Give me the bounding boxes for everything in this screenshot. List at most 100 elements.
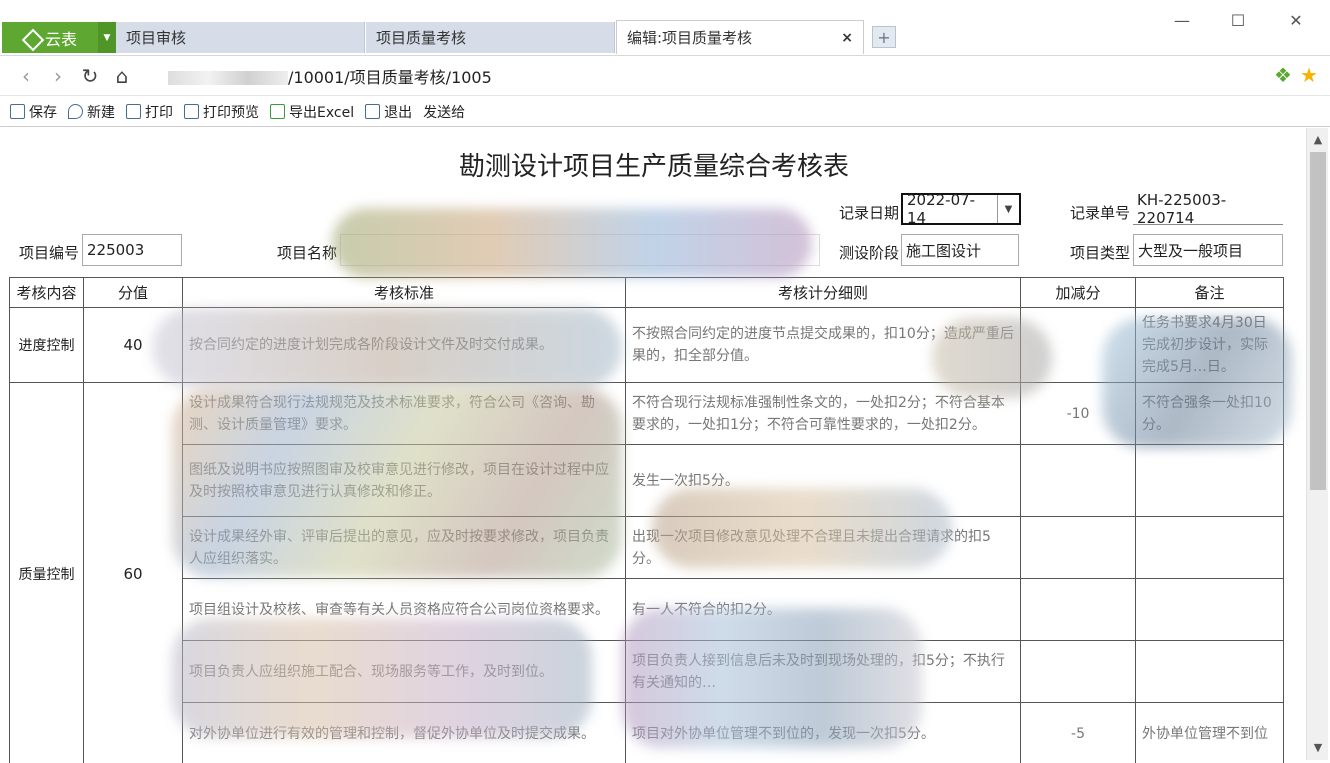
export-excel-button[interactable]: 导出Excel — [270, 102, 354, 122]
send-to-button[interactable]: 发送给 — [423, 102, 465, 122]
scrollbar-thumb[interactable] — [1310, 152, 1326, 490]
section-score: 60 — [83, 382, 183, 763]
standard-cell[interactable]: 项目负责人应组织施工配合、现场服务等工作，及时到位。 — [182, 640, 626, 703]
header-cell: 考核内容 — [9, 277, 84, 308]
tab-label: 编辑:项目质量考核 — [627, 29, 753, 47]
note-cell[interactable]: 外协单位管理不到位 — [1135, 702, 1284, 763]
tab-project-review[interactable]: 项目审核 — [116, 22, 365, 53]
project-no-value: 225003 — [87, 241, 145, 259]
record-date-value: 2022-07-14 — [907, 191, 976, 227]
export-excel-label: 导出Excel — [289, 104, 355, 121]
adjust-cell[interactable] — [1020, 516, 1136, 579]
new-icon — [68, 104, 83, 119]
scroll-down-icon[interactable]: ▼ — [1307, 738, 1329, 758]
table-row: 图纸及说明书应按照图审及校审意见进行修改，项目在设计过程中应及时按照校审意见进行… — [10, 444, 1284, 517]
star-favorite-icon[interactable]: ★ — [1298, 63, 1320, 87]
note-cell[interactable]: 任务书要求4月30日完成初步设计，实际完成5月…日。 — [1135, 307, 1284, 383]
new-tab-button[interactable]: + — [872, 26, 896, 48]
record-no-field[interactable]: KH-225003-220714 — [1133, 191, 1283, 227]
project-no-field[interactable]: 225003 — [82, 234, 182, 266]
diamond-app-icon[interactable]: ❖ — [1272, 63, 1294, 87]
redacted-host — [168, 71, 288, 85]
diamond-logo-icon — [22, 29, 40, 47]
standard-cell[interactable]: 项目组设计及校核、审查等有关人员资格应符合公司岗位资格要求。 — [182, 578, 626, 641]
close-tab-icon[interactable]: × — [841, 30, 853, 46]
printer-icon — [126, 104, 141, 119]
close-window-icon[interactable]: ✕ — [1276, 8, 1316, 32]
print-preview-icon — [184, 104, 199, 119]
reload-icon[interactable]: ↻ — [74, 61, 106, 91]
section-name: 进度控制 — [9, 307, 84, 383]
url-path: /10001/项目质量考核/1005 — [288, 67, 492, 87]
adjust-cell[interactable] — [1020, 640, 1136, 703]
forward-icon[interactable]: › — [42, 61, 74, 91]
record-date-select[interactable]: 2022-07-14 ▼ — [901, 191, 1021, 227]
save-button[interactable]: 保存 — [10, 102, 57, 122]
record-no-label: 记录单号 — [1070, 204, 1131, 222]
note-cell[interactable] — [1135, 640, 1284, 703]
tab-label: 项目质量考核 — [376, 29, 467, 47]
print-preview-button[interactable]: 打印预览 — [184, 102, 259, 122]
home-icon[interactable]: ⌂ — [106, 61, 138, 91]
project-name-field[interactable] — [340, 234, 820, 266]
exit-icon — [365, 104, 381, 119]
stage-label: 测设阶段 — [839, 244, 900, 262]
new-button[interactable]: 新建 — [68, 102, 115, 122]
rule-cell[interactable]: 出现一次项目修改意见处理不合理且未提出合理请求的扣5分。 — [625, 516, 1021, 579]
standard-cell[interactable]: 对外协单位进行有效的管理和控制，督促外协单位及时提交成果。 — [182, 702, 626, 763]
send-to-label: 发送给 — [423, 104, 466, 121]
vertical-scrollbar[interactable]: ▲ ▼ — [1306, 128, 1328, 760]
back-icon[interactable]: ‹ — [10, 61, 42, 91]
adjust-cell[interactable] — [1020, 307, 1136, 383]
rule-cell[interactable]: 不按照合同约定的进度节点提交成果的，扣10分；造成严重后果的，扣全部分值。 — [625, 307, 1021, 383]
table-row: 质量控制 60 设计成果符合现行法规规范及技术标准要求，符合公司《咨询、勘测、设… — [9, 382, 1284, 763]
note-cell[interactable]: 不符合强条一处扣10分。 — [1135, 382, 1284, 445]
type-value: 大型及一般项目 — [1138, 241, 1244, 260]
adjust-cell[interactable]: -10 — [1020, 382, 1136, 445]
save-label: 保存 — [29, 104, 57, 121]
minimize-icon[interactable]: — — [1162, 8, 1202, 32]
brand-menu-button[interactable]: 云表 ▼ — [2, 22, 116, 53]
print-button[interactable]: 打印 — [126, 102, 173, 122]
project-name-label: 项目名称 — [277, 244, 338, 262]
form-content: 勘测设计项目生产质量综合考核表 记录日期 2022-07-14 ▼ 记录单号 K… — [2, 128, 1306, 763]
rule-cell[interactable]: 项目负责人接到信息后未及时到现场处理的，扣5分；不执行有关通知的… — [625, 640, 1021, 703]
standard-cell[interactable]: 设计成果经外审、评审后提出的意见，应及时按要求修改，项目负责人应组织落实。 — [182, 516, 626, 579]
tab-project-quality[interactable]: 项目质量考核 — [366, 22, 615, 53]
save-icon — [10, 104, 25, 119]
stage-field[interactable]: 施工图设计 — [901, 234, 1019, 266]
standard-cell[interactable]: 图纸及说明书应按照图审及校审意见进行修改，项目在设计过程中应及时按照校审意见进行… — [182, 444, 626, 517]
print-preview-label: 打印预览 — [203, 104, 259, 121]
note-cell[interactable] — [1135, 516, 1284, 579]
note-cell[interactable] — [1135, 578, 1284, 641]
table-row: 项目负责人应组织施工配合、现场服务等工作，及时到位。 项目负责人接到信息后未及时… — [10, 640, 1284, 703]
standard-cell[interactable]: 设计成果符合现行法规规范及技术标准要求，符合公司《咨询、勘测、设计质量管理》要求… — [182, 382, 626, 445]
maximize-icon[interactable]: ☐ — [1218, 8, 1258, 32]
tab-label: 项目审核 — [126, 29, 187, 47]
section-score: 40 — [83, 307, 183, 383]
rule-cell[interactable]: 项目对外协单位管理不到位的，发现一次扣5分。 — [625, 702, 1021, 763]
chevron-down-icon[interactable]: ▼ — [997, 195, 1019, 223]
exit-button[interactable]: 退出 — [365, 102, 412, 122]
section-name: 质量控制 — [9, 382, 84, 763]
rule-cell[interactable]: 有一人不符合的扣2分。 — [625, 578, 1021, 641]
excel-icon — [270, 104, 285, 119]
tab-bar: 云表 ▼ 项目审核 项目质量考核 编辑:项目质量考核 × + — ☐ ✕ — [0, 0, 1330, 56]
rule-cell[interactable]: 不符合现行法规标准强制性条文的，一处扣2分；不符合基本要求的，一处扣1分；不符合… — [625, 382, 1021, 445]
adjust-cell[interactable] — [1020, 578, 1136, 641]
adjust-cell[interactable]: -5 — [1020, 702, 1136, 763]
header-cell: 考核计分细则 — [625, 277, 1021, 308]
header-cell: 分值 — [83, 277, 183, 308]
rule-cell[interactable]: 发生一次扣5分。 — [625, 444, 1021, 517]
table-row: 对外协单位进行有效的管理和控制，督促外协单位及时提交成果。 项目对外协单位管理不… — [10, 702, 1284, 763]
adjust-cell[interactable] — [1020, 444, 1136, 517]
type-field[interactable]: 大型及一般项目 — [1133, 234, 1283, 266]
caret-down-icon[interactable]: ▼ — [98, 22, 116, 53]
note-cell[interactable] — [1135, 444, 1284, 517]
tab-edit-project-quality[interactable]: 编辑:项目质量考核 × — [616, 20, 864, 54]
scroll-up-icon[interactable]: ▲ — [1307, 130, 1329, 150]
standard-cell[interactable]: 按合同约定的进度计划完成各阶段设计文件及时交付成果。 — [182, 307, 626, 383]
header-cell: 加减分 — [1020, 277, 1136, 308]
url-field[interactable]: /10001/项目质量考核/1005 — [168, 64, 492, 88]
table-row: 项目组设计及校核、审查等有关人员资格应符合公司岗位资格要求。 有一人不符合的扣2… — [10, 578, 1284, 641]
